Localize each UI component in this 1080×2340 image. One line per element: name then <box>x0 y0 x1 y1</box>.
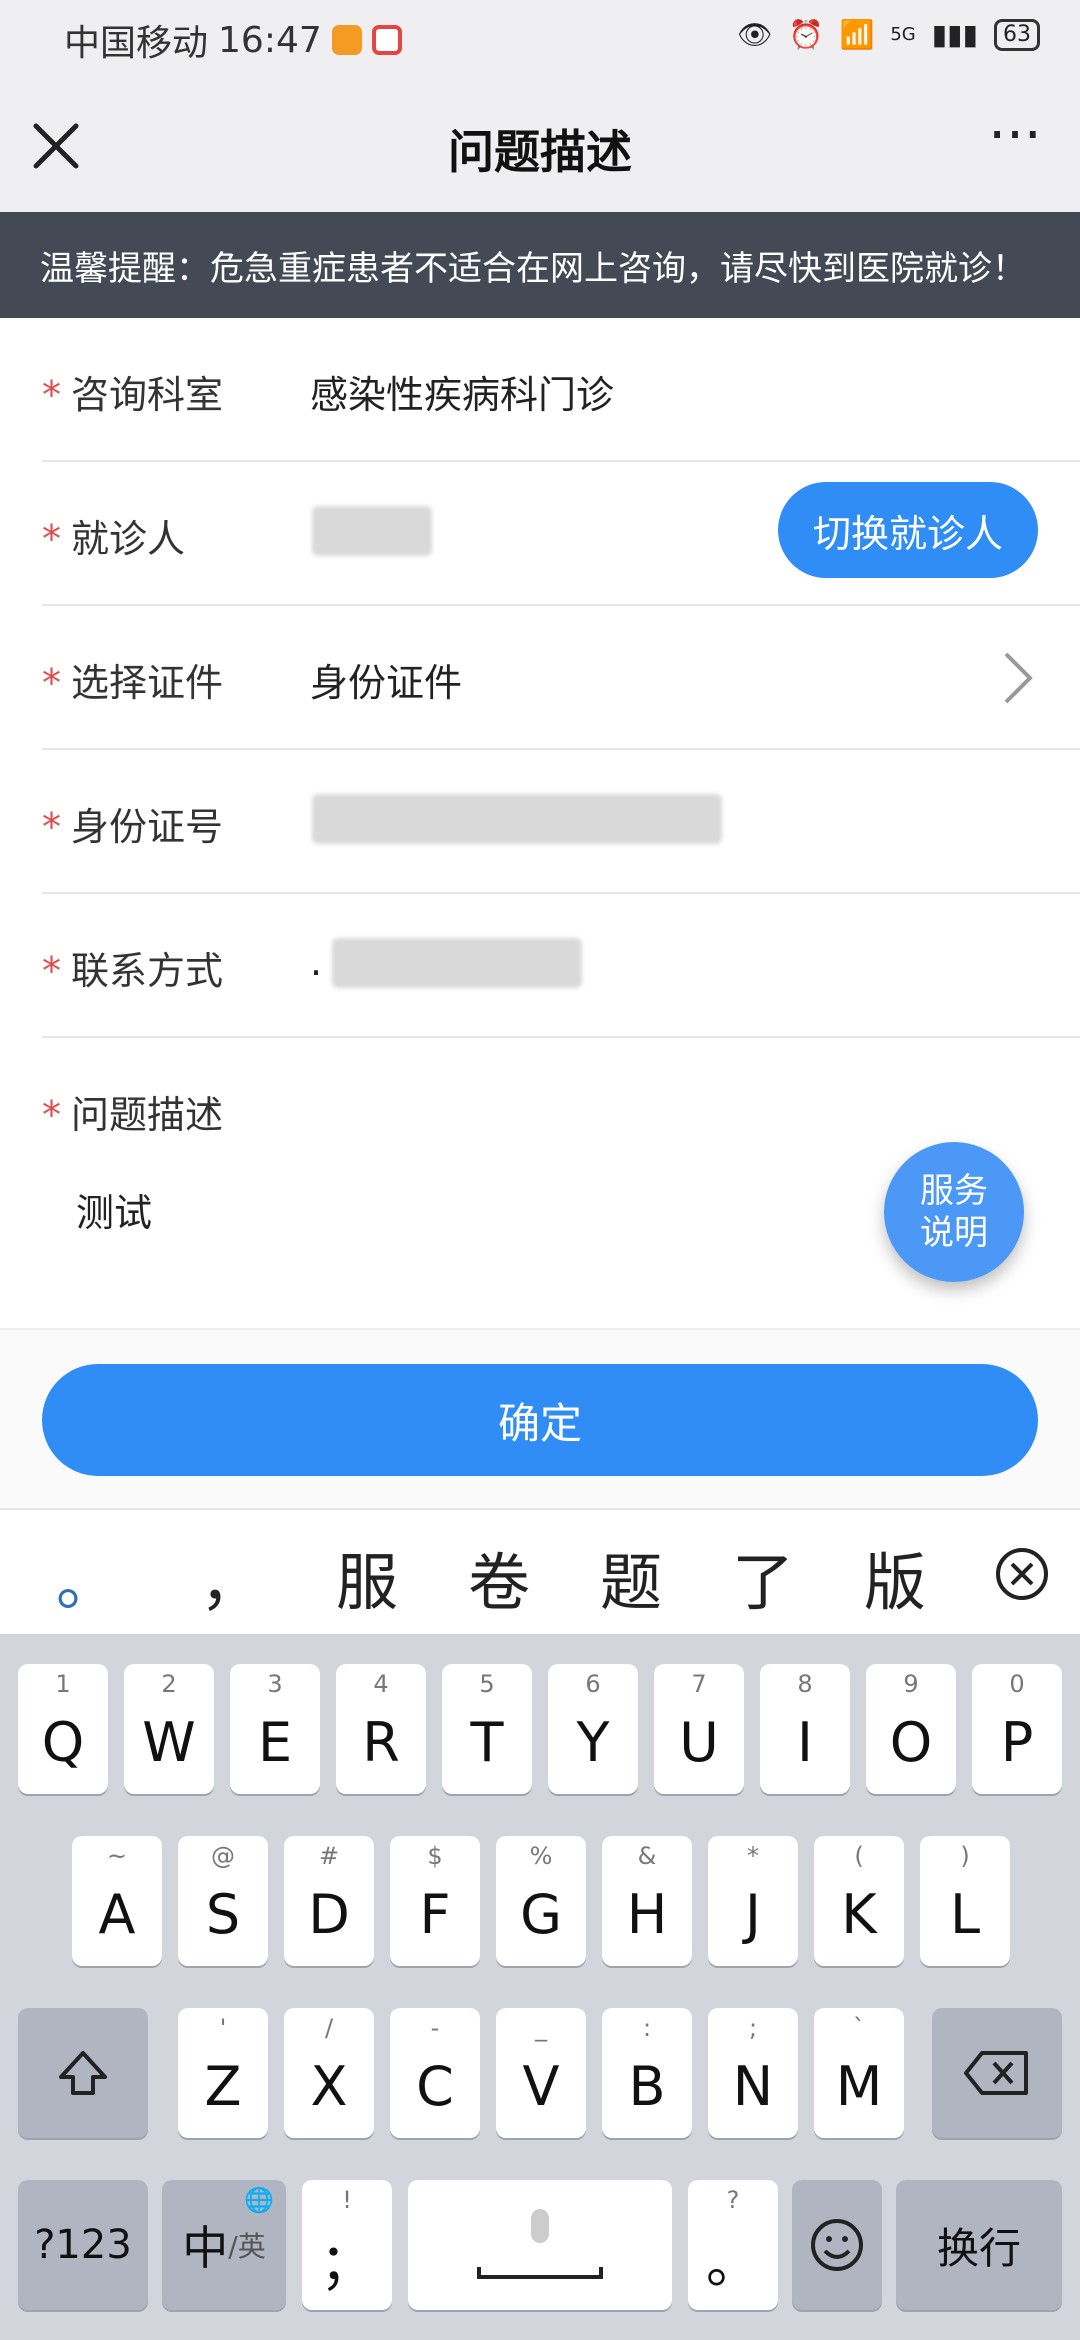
candidate-item[interactable]: 了 <box>732 1532 794 1622</box>
language-switch-key[interactable]: 中 /英 🌐 <box>162 2180 286 2310</box>
status-bar: 中国移动 16:47 👁 ⏰ 📶 5G ▮▮▮ 63 <box>0 0 1080 80</box>
more-menu-icon[interactable]: ··· <box>980 108 1050 176</box>
desc-label: * 问题描述 <box>42 1093 224 1137</box>
key-v[interactable]: _ V <box>496 2008 586 2138</box>
candidate-item[interactable]: 版 <box>864 1532 926 1622</box>
lang-main: 中 <box>182 2221 229 2275</box>
close-candidates-icon[interactable] <box>994 1546 1050 1602</box>
key-i[interactable]: 8I <box>760 1664 850 1794</box>
description-textarea[interactable]: 测试 <box>76 1182 152 1237</box>
cert-value: 身份证件 <box>310 661 463 705</box>
lang-sub: /英 <box>228 2230 266 2263</box>
key-c[interactable]: -C <box>390 2008 480 2138</box>
dept-value: 感染性疾病科门诊 <box>310 373 615 417</box>
key-m[interactable]: ` M <box>814 2008 904 2138</box>
shift-icon <box>59 2051 107 2095</box>
battery-icon: 63 <box>994 18 1040 51</box>
key-d[interactable]: # D <box>284 1836 374 1966</box>
id-label: * 身份证号 <box>42 805 224 849</box>
key-y[interactable]: 6Y <box>548 1664 638 1794</box>
dept-label: * 咨询科室 <box>42 373 224 417</box>
candidate-item[interactable]: 服 <box>336 1532 398 1622</box>
service-info-button[interactable]: 服务 说明 <box>884 1142 1024 1282</box>
chevron-right-icon <box>1004 652 1033 704</box>
space-key[interactable] <box>408 2180 672 2310</box>
key-b[interactable]: :B <box>602 2008 692 2138</box>
key-u[interactable]: 7U <box>654 1664 744 1794</box>
row-cert[interactable]: * 选择证件 身份证件 <box>42 606 1080 750</box>
backspace-key[interactable] <box>932 2008 1062 2138</box>
key-h[interactable]: & H <box>602 1836 692 1966</box>
alarm-icon: ⏰ <box>788 18 824 51</box>
emoji-icon <box>811 2219 863 2271</box>
patient-name-redacted <box>312 506 432 556</box>
row-id[interactable]: * 身份证号 <box>42 750 1080 894</box>
patient-label: * 就诊人 <box>42 517 186 561</box>
wifi-icon: 📶 <box>839 18 875 51</box>
signal-icon: ▮▮▮ <box>931 18 978 51</box>
keyboard: 1Q 2W 3E 4R 5T 6Y 7U 8I 9O 0P ~ A @ S # D $… <box>0 1634 1080 2340</box>
key-n[interactable]: ; N <box>708 2008 798 2138</box>
key-a[interactable]: ~ A <box>72 1836 162 1966</box>
eye-icon: 👁 <box>737 18 773 51</box>
emoji-key[interactable] <box>792 2180 882 2310</box>
contact-redacted <box>332 938 582 988</box>
video-app-icon <box>331 25 362 55</box>
cert-label: * 选择证件 <box>42 661 224 705</box>
key-f[interactable]: $ F <box>390 1836 480 1966</box>
confirm-area: 确定 <box>0 1328 1080 1510</box>
page-title: 问题描述 <box>448 125 632 179</box>
top-nav: 问题描述 ··· <box>0 80 1080 212</box>
shift-key[interactable] <box>18 2008 148 2138</box>
warning-notice: 温馨提醒：危急重症患者不适合在网上咨询，请尽快到医院就诊！ <box>0 212 1080 318</box>
key-z[interactable]: ' Z <box>178 2008 268 2138</box>
confirm-button[interactable]: 确定 <box>42 1364 1038 1476</box>
service-line2: 说明 <box>920 1213 988 1253</box>
ime-candidate-bar: 。 ， 服 卷 题 了 版 <box>0 1508 1080 1636</box>
network-label: 5G <box>890 24 916 45</box>
service-line1: 服务 <box>920 1171 988 1211</box>
microphone-icon <box>477 2209 603 2279</box>
enter-key[interactable]: 换行 <box>896 2180 1062 2310</box>
key-o[interactable]: 9O <box>866 1664 956 1794</box>
candidate-item[interactable]: 。 <box>56 1532 118 1622</box>
row-patient: * 就诊人 切换就诊人 <box>42 462 1080 606</box>
contact-label: * 联系方式 <box>42 949 224 993</box>
key-j[interactable]: * J <box>708 1836 798 1966</box>
globe-icon: 🌐 <box>244 2186 274 2214</box>
row-contact[interactable]: * 联系方式 . <box>42 894 1080 1038</box>
candidate-item[interactable]: 卷 <box>468 1532 530 1622</box>
punct-key[interactable]: !； <box>302 2180 392 2310</box>
numbers-key[interactable]: ?123 <box>18 2180 148 2310</box>
key-r[interactable]: 4R <box>336 1664 426 1794</box>
id-number-redacted <box>312 794 722 844</box>
status-left: 中国移动 16:47 <box>64 14 402 66</box>
candidate-item[interactable]: 题 <box>600 1532 662 1622</box>
key-p[interactable]: 0P <box>972 1664 1062 1794</box>
key-w[interactable]: 2W <box>124 1664 214 1794</box>
period-key[interactable]: ?。 <box>688 2180 778 2310</box>
key-g[interactable]: % G <box>496 1836 586 1966</box>
red-app-icon <box>371 25 402 55</box>
contact-prefix: . <box>310 940 323 984</box>
time: 16:47 <box>218 19 322 61</box>
row-dept: * 咨询科室 感染性疾病科门诊 <box>42 318 1080 462</box>
backspace-icon <box>964 2051 1028 2095</box>
key-q[interactable]: 1Q <box>18 1664 108 1794</box>
carrier: 中国移动 <box>64 23 209 64</box>
status-right: 👁 ⏰ 📶 5G ▮▮▮ 63 <box>737 18 1040 51</box>
key-k[interactable]: (K <box>814 1836 904 1966</box>
key-s[interactable]: @ S <box>178 1836 268 1966</box>
key-l[interactable]: ) L <box>920 1836 1010 1966</box>
candidate-item[interactable]: ， <box>200 1532 262 1622</box>
key-e[interactable]: 3E <box>230 1664 320 1794</box>
key-x[interactable]: / X <box>284 2008 374 2138</box>
key-t[interactable]: 5T <box>442 1664 532 1794</box>
switch-patient-button[interactable]: 切换就诊人 <box>778 482 1038 578</box>
